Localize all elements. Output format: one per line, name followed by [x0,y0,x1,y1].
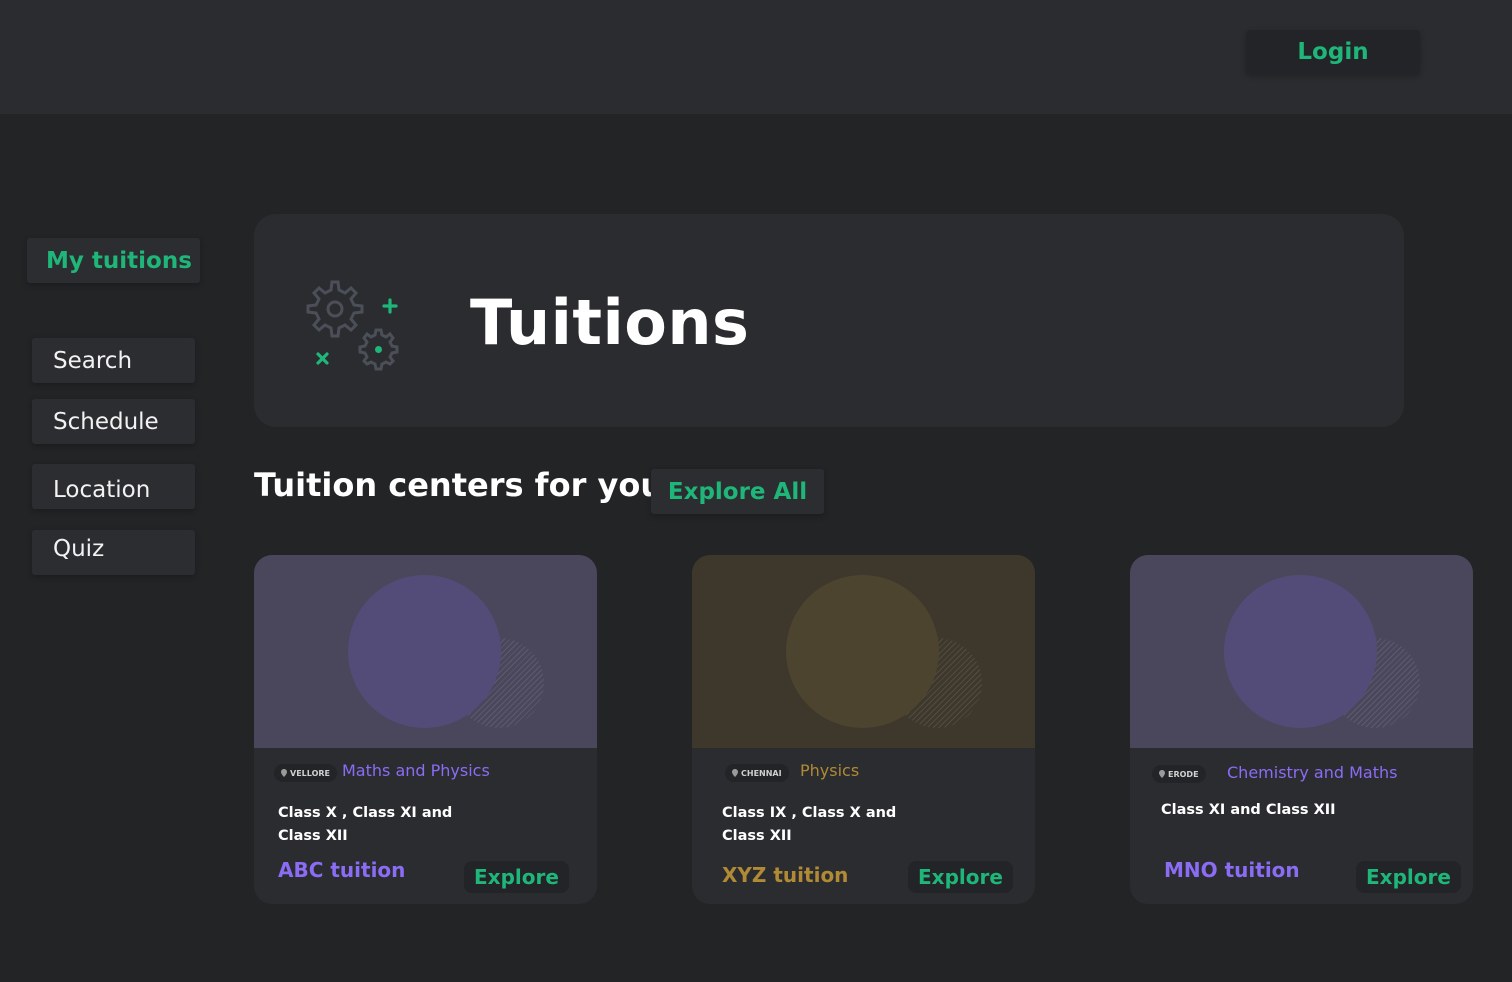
tuition-name[interactable]: MNO tuition [1164,858,1300,882]
tuition-name[interactable]: XYZ tuition [722,863,848,887]
explore-all-button[interactable]: Explore All [651,469,824,514]
section-title: Tuition centers for you [254,466,664,504]
explore-button[interactable]: Explore [908,861,1013,893]
subjects-label: Maths and Physics [342,761,490,780]
card-banner [1130,555,1473,748]
page-title: Tuitions [470,286,750,359]
tuition-card[interactable]: VELLORE Maths and Physics Class X , Clas… [254,555,597,904]
location-pin-icon [281,769,287,777]
top-bar: Login [0,0,1512,114]
location-label: CHENNAI [741,768,782,778]
sidebar-item-location[interactable]: Location [32,464,195,509]
login-button[interactable]: Login [1246,30,1420,74]
location-label: VELLORE [290,768,330,778]
explore-button[interactable]: Explore [464,861,569,893]
subjects-label: Physics [800,761,860,780]
location-badge: VELLORE [274,764,337,782]
card-banner [254,555,597,748]
gears-plus-cross-icon [306,280,399,371]
tuition-card[interactable]: ERODE Chemistry and Maths Class XI and C… [1130,555,1473,904]
sidebar-item-search[interactable]: Search [32,338,195,383]
location-badge: CHENNAI [725,764,789,782]
location-badge: ERODE [1152,765,1206,783]
sidebar-item-quiz[interactable]: Quiz [32,530,195,575]
sidebar-item-my-tuitions[interactable]: My tuitions [27,238,200,283]
tuition-card[interactable]: CHENNAI Physics Class IX , Class X and C… [692,555,1035,904]
classes-line-1: Class XI and Class XII [1161,802,1336,818]
classes-line-2: Class XII [722,828,792,844]
card-banner [692,555,1035,748]
location-pin-icon [732,769,738,777]
classes-line-2: Class XII [278,828,348,844]
sidebar-item-schedule[interactable]: Schedule [32,399,195,444]
subjects-label: Chemistry and Maths [1227,763,1398,782]
explore-button[interactable]: Explore [1356,861,1461,893]
hero-banner: Tuitions [254,214,1404,427]
classes-line-1: Class X , Class XI and [278,805,453,821]
tuition-name[interactable]: ABC tuition [278,858,405,882]
banner-circle [348,575,501,728]
classes-line-1: Class IX , Class X and [722,805,897,821]
location-label: ERODE [1168,769,1199,779]
banner-circle [1224,575,1377,728]
banner-circle [786,575,939,728]
location-pin-icon [1159,770,1165,778]
